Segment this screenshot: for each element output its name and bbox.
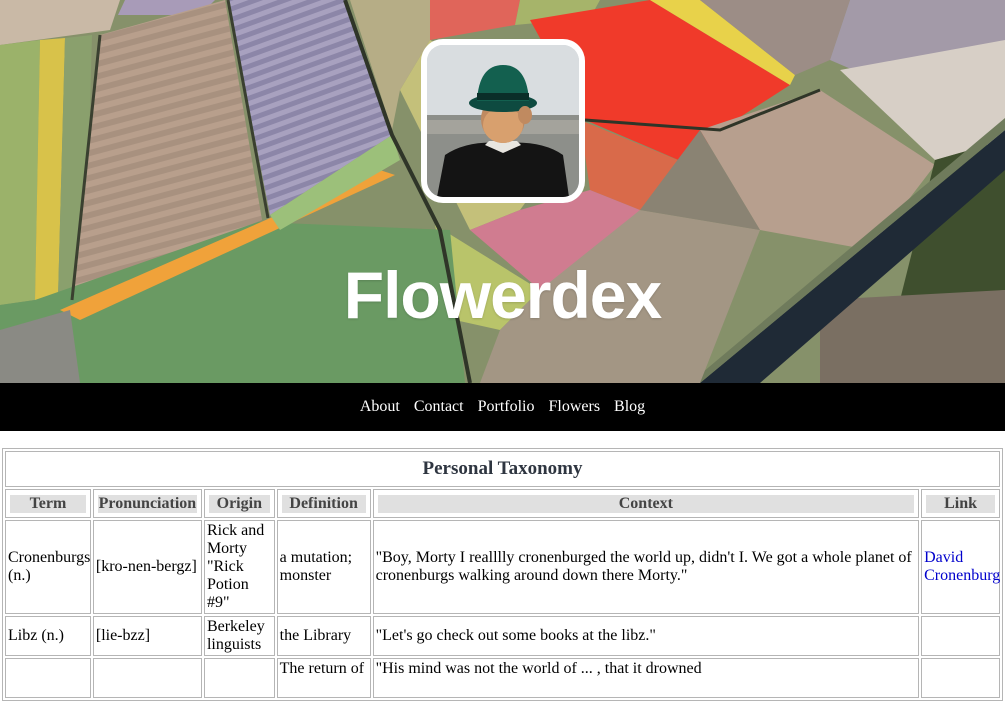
table-row: Cronenburgs (n.) [kro-nen-bergz] Rick an… xyxy=(5,520,1000,614)
column-header-link: Link xyxy=(921,489,1000,518)
cell-term xyxy=(5,658,91,698)
cell-link xyxy=(921,658,1000,698)
site-title: Flowerdex xyxy=(343,258,662,332)
table-header-row: Term Pronunciation Origin Definition Con… xyxy=(5,489,1000,518)
avatar-photo xyxy=(427,45,579,197)
nav-link-flowers[interactable]: Flowers xyxy=(548,398,600,415)
column-header-pronunciation-label: Pronunciation xyxy=(97,494,197,513)
column-header-definition-label: Definition xyxy=(281,494,366,513)
cell-pronunciation: [kro-nen-bergz] xyxy=(92,520,202,614)
column-header-term: Term xyxy=(5,489,91,518)
cell-term: Cronenburgs (n.) xyxy=(5,520,91,614)
column-header-term-label: Term xyxy=(10,494,86,513)
taxonomy-table: Personal Taxonomy Term Pronunciation Ori… xyxy=(2,448,1003,701)
table-row: Libz (n.) [lie-bzz] Berkeley linguists t… xyxy=(5,616,1000,656)
table-caption-row: Personal Taxonomy xyxy=(5,451,1000,487)
column-header-origin: Origin xyxy=(203,489,275,518)
main-nav: About Contact Portfolio Flowers Blog xyxy=(0,383,1005,431)
taxonomy-section: Personal Taxonomy Term Pronunciation Ori… xyxy=(2,448,1005,701)
column-header-origin-label: Origin xyxy=(208,494,270,513)
nav-link-contact[interactable]: Contact xyxy=(414,398,464,415)
cell-pronunciation: [lie-bzz] xyxy=(92,616,202,656)
cell-definition: a mutation; monster xyxy=(276,520,371,614)
cell-pronunciation xyxy=(92,658,202,698)
cell-link: David Cronenburg xyxy=(921,520,1000,614)
column-header-context: Context xyxy=(372,489,920,518)
table-caption: Personal Taxonomy xyxy=(5,451,1000,487)
column-header-link-label: Link xyxy=(926,494,995,513)
cell-context: "His mind was not the world of ... , tha… xyxy=(372,658,920,698)
cell-link xyxy=(921,616,1000,656)
table-row: The return of "His mind was not the worl… xyxy=(5,658,1000,698)
cell-definition: The return of xyxy=(276,658,371,698)
column-header-definition: Definition xyxy=(276,489,371,518)
column-header-pronunciation: Pronunciation xyxy=(92,489,202,518)
cell-origin xyxy=(203,658,275,698)
nav-link-portfolio[interactable]: Portfolio xyxy=(478,398,535,415)
nav-link-about[interactable]: About xyxy=(360,398,400,415)
column-header-context-label: Context xyxy=(377,494,915,513)
hero-banner: Flowerdex xyxy=(0,0,1005,383)
cell-context: "Boy, Morty I realllly cronenburged the … xyxy=(372,520,920,614)
cell-origin: Rick and Morty "Rick Potion #9" xyxy=(203,520,275,614)
link-david-cronenburg[interactable]: David Cronenburg xyxy=(924,549,1000,584)
nav-link-blog[interactable]: Blog xyxy=(614,398,645,415)
cell-definition: the Library xyxy=(276,616,371,656)
cell-context: "Let's go check out some books at the li… xyxy=(372,616,920,656)
cell-term: Libz (n.) xyxy=(5,616,91,656)
avatar[interactable] xyxy=(421,39,585,203)
cell-origin: Berkeley linguists xyxy=(203,616,275,656)
